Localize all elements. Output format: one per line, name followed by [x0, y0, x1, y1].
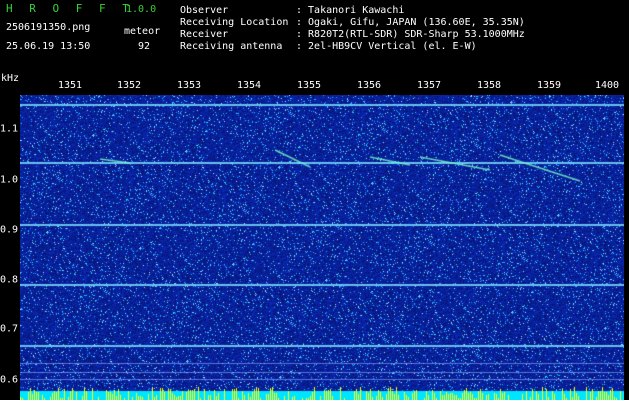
meteor-label: meteor — [124, 26, 161, 37]
spectrogram — [20, 95, 624, 400]
location-label: Receiving Location — [180, 17, 289, 28]
x-tick: 1359 — [536, 80, 562, 91]
x-tick: 1355 — [296, 80, 322, 91]
y-axis-unit: kHz — [1, 73, 20, 84]
x-tick: 1400 — [594, 80, 620, 91]
y-tick: 1.0 — [0, 174, 19, 186]
meteor-count: 92 — [138, 41, 151, 52]
header-panel: H R O F F T 1.0.0 2506191350.png 25.06.1… — [0, 0, 629, 78]
receiver-label: Receiver — [180, 29, 229, 40]
file-name: 2506191350.png — [6, 22, 91, 33]
y-tick: 0.9 — [0, 224, 19, 236]
observer-label: Observer — [180, 5, 229, 16]
receiver-value: : R820T2(RTL-SDR) SDR-Sharp 53.1000MHz — [296, 29, 525, 40]
y-tick: 0.6 — [0, 374, 19, 386]
y-tick: 0.7 — [0, 323, 19, 335]
app-version: 1.0.0 — [126, 4, 157, 15]
antenna-value: : 2el-HB9CV Vertical (el. E-W) — [296, 41, 477, 52]
x-tick: 1353 — [176, 80, 202, 91]
x-tick: 1351 — [57, 80, 83, 91]
spectrogram-canvas — [20, 95, 624, 400]
x-tick: 1357 — [416, 80, 442, 91]
x-tick: 1352 — [116, 80, 142, 91]
x-tick: 1358 — [476, 80, 502, 91]
x-tick: 1354 — [236, 80, 262, 91]
app-brand: H R O F F T — [6, 2, 134, 15]
observer-value: : Takanori Kawachi — [296, 5, 405, 16]
y-tick: 1.1 — [0, 123, 19, 135]
x-tick: 1356 — [356, 80, 382, 91]
antenna-label: Receiving antenna — [180, 41, 283, 52]
location-value: : Ogaki, Gifu, JAPAN (136.60E, 35.35N) — [296, 17, 525, 28]
y-tick: 0.8 — [0, 274, 19, 286]
capture-datetime: 25.06.19 13:50 — [6, 41, 91, 52]
